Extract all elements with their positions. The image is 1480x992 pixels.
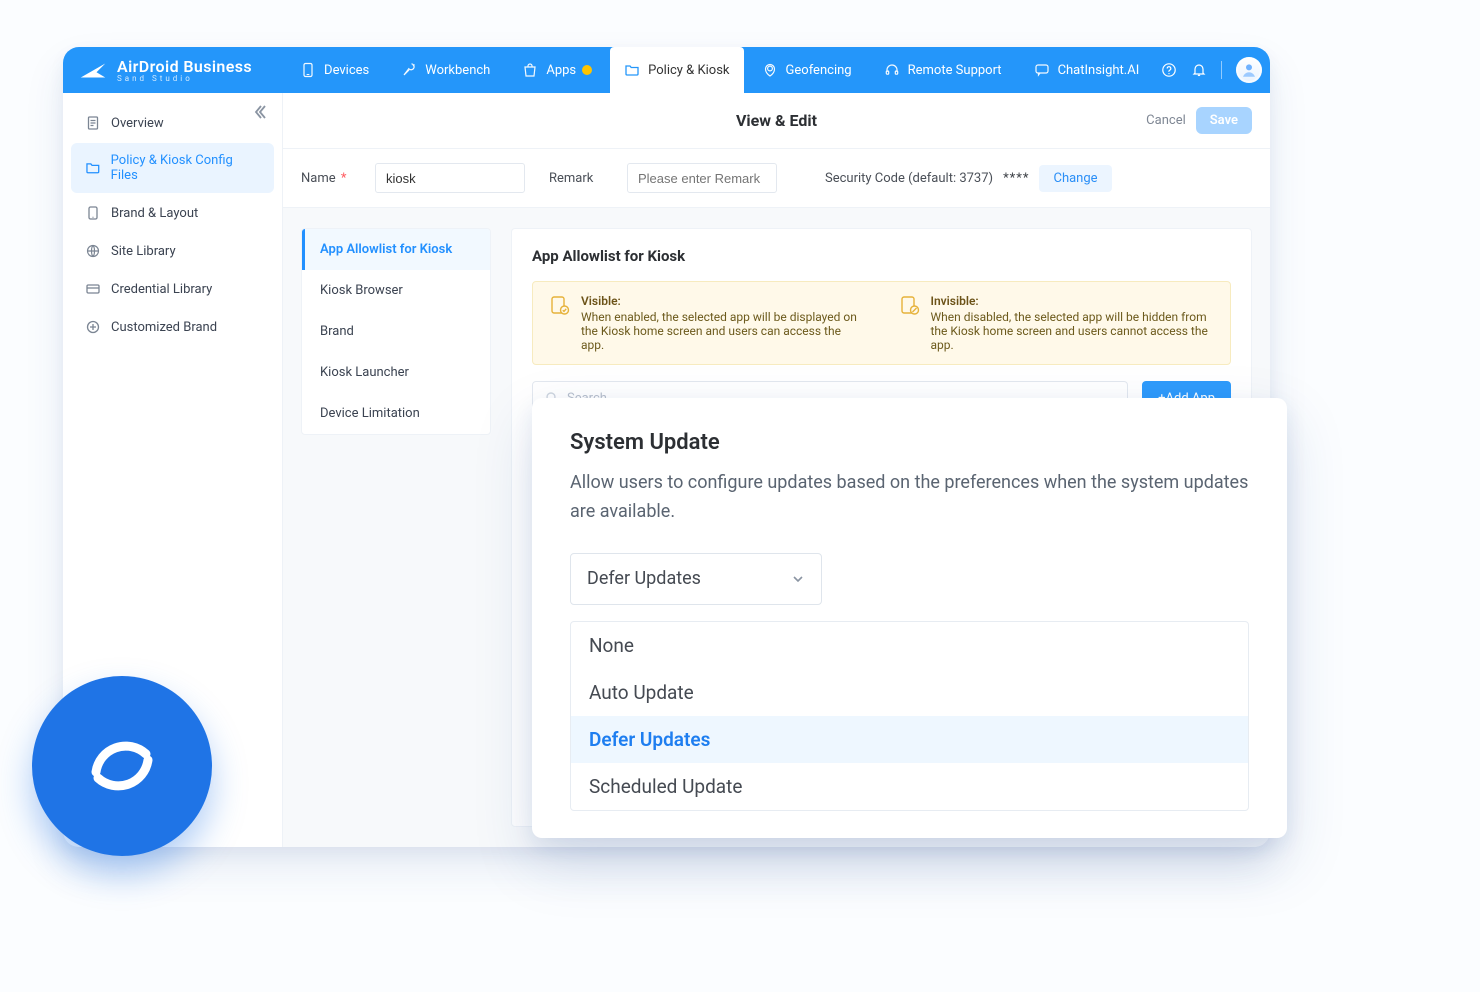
collapse-icon[interactable] [254, 103, 272, 121]
overlay-desc: Allow users to configure updates based o… [570, 469, 1249, 527]
sidebar-item-customized-brand[interactable]: Customized Brand [71, 309, 274, 345]
plus-circle-icon [85, 319, 101, 335]
divider [1221, 61, 1222, 79]
nav-label: Policy & Kiosk [648, 63, 729, 78]
nav-label: ChatInsight.AI [1058, 63, 1140, 78]
brand: AirDroid Business Sand Studio [79, 57, 258, 83]
system-update-card: System Update Allow users to configure u… [532, 398, 1287, 838]
option-auto-update[interactable]: Auto Update [571, 669, 1248, 716]
sidebar-item-credential-library[interactable]: Credential Library [71, 271, 274, 307]
remark-label: Remark [549, 171, 609, 186]
globe-icon [85, 243, 101, 259]
option-none[interactable]: None [571, 622, 1248, 669]
badge-dot-icon [582, 65, 592, 75]
card-icon [85, 281, 101, 297]
nav-label: Devices [324, 63, 369, 78]
sidebar-item-label: Overview [111, 116, 164, 131]
form-row: Name * Remark Security Code (default: 37… [283, 149, 1270, 208]
headset-icon [884, 62, 900, 78]
info-banner: Visible: When enabled, the selected app … [532, 281, 1231, 365]
nav-label: Apps [546, 63, 576, 78]
name-input[interactable] [375, 163, 525, 193]
sidebar-item-label: Policy & Kiosk Config Files [111, 153, 260, 183]
page-header: View & Edit Cancel Save [283, 93, 1270, 149]
help-icon[interactable] [1161, 62, 1177, 78]
remark-input[interactable] [627, 163, 777, 193]
sidebar-item-policy-config[interactable]: Policy & Kiosk Config Files [71, 143, 274, 193]
folder-icon [85, 160, 101, 176]
sidebar-item-label: Customized Brand [111, 320, 217, 335]
tab-kiosk-launcher[interactable]: Kiosk Launcher [302, 352, 490, 393]
brand-logo-icon [79, 58, 107, 82]
tab-app-allowlist[interactable]: App Allowlist for Kiosk [302, 229, 490, 270]
invisible-icon [899, 294, 921, 316]
select-value: Defer Updates [587, 568, 701, 589]
visible-desc: When enabled, the selected app will be d… [581, 310, 857, 352]
option-scheduled-update[interactable]: Scheduled Update [571, 763, 1248, 810]
save-button[interactable]: Save [1196, 107, 1252, 134]
main-nav: Devices Workbench Apps [286, 47, 1153, 93]
sidebar-item-label: Site Library [111, 244, 176, 259]
page-title: View & Edit [736, 111, 817, 130]
settings-tabs: App Allowlist for Kiosk Kiosk Browser Br… [301, 228, 491, 435]
nav-label: Remote Support [908, 63, 1002, 78]
sidebar-item-label: Brand & Layout [111, 206, 198, 221]
device-icon [300, 62, 316, 78]
nav-devices[interactable]: Devices [286, 47, 383, 93]
cancel-button[interactable]: Cancel [1146, 113, 1186, 128]
visible-title: Visible: [581, 294, 865, 308]
folder-icon [624, 62, 640, 78]
chevron-down-icon [791, 572, 805, 586]
security-code-mask: **** [1003, 171, 1029, 186]
bell-icon[interactable] [1191, 62, 1207, 78]
sync-fab[interactable] [32, 676, 212, 856]
geo-icon [762, 62, 778, 78]
update-select[interactable]: Defer Updates [570, 553, 822, 605]
nav-remote-support[interactable]: Remote Support [870, 47, 1016, 93]
change-button[interactable]: Change [1039, 165, 1111, 192]
sidebar-item-overview[interactable]: Overview [71, 105, 274, 141]
nav-policy-kiosk[interactable]: Policy & Kiosk [610, 47, 743, 93]
sync-icon [78, 722, 166, 810]
invisible-title: Invisible: [931, 294, 1215, 308]
device-icon [85, 205, 101, 221]
option-defer-updates[interactable]: Defer Updates [571, 716, 1248, 763]
bag-icon [522, 62, 538, 78]
security-code-label: Security Code (default: 3737) [825, 171, 993, 186]
avatar[interactable] [1236, 57, 1262, 83]
sidebar-item-site-library[interactable]: Site Library [71, 233, 274, 269]
sidebar-item-label: Credential Library [111, 282, 212, 297]
nav-workbench[interactable]: Workbench [387, 47, 504, 93]
tab-brand[interactable]: Brand [302, 311, 490, 352]
tab-kiosk-browser[interactable]: Kiosk Browser [302, 270, 490, 311]
wrench-icon [401, 62, 417, 78]
tab-device-limitation[interactable]: Device Limitation [302, 393, 490, 434]
overlay-title: System Update [570, 430, 1249, 455]
nav-label: Geofencing [786, 63, 852, 78]
panel-title: App Allowlist for Kiosk [532, 247, 1231, 265]
nav-label: Workbench [425, 63, 490, 78]
nav-geofencing[interactable]: Geofencing [748, 47, 866, 93]
chat-icon [1034, 62, 1050, 78]
doc-icon [85, 115, 101, 131]
security-code-block: Security Code (default: 3737) **** Chang… [825, 165, 1112, 192]
nav-apps[interactable]: Apps [508, 47, 606, 93]
name-label: Name * [301, 171, 357, 186]
nav-chatinsight[interactable]: ChatInsight.AI [1020, 47, 1154, 93]
brand-subtitle: Sand Studio [117, 74, 252, 83]
top-actions [1161, 57, 1270, 83]
visible-icon [549, 294, 571, 316]
sidebar-item-brand-layout[interactable]: Brand & Layout [71, 195, 274, 231]
invisible-desc: When disabled, the selected app will be … [931, 310, 1208, 352]
update-options-menu: None Auto Update Defer Updates Scheduled… [570, 621, 1249, 811]
top-nav: AirDroid Business Sand Studio Devices Wo… [63, 47, 1270, 93]
